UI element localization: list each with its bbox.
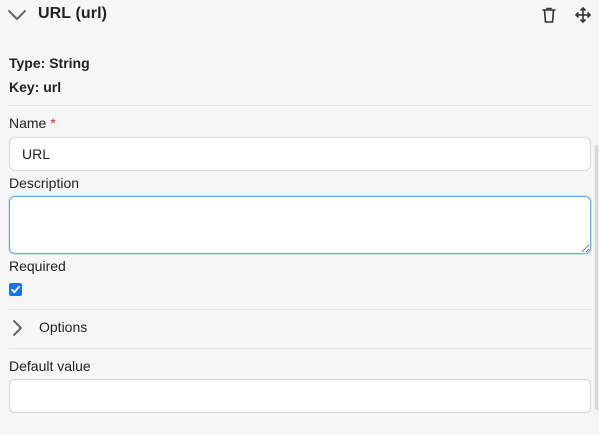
checkmark-icon [11, 285, 20, 294]
field-key: Key: url [9, 79, 62, 95]
trash-icon[interactable] [540, 6, 558, 24]
field-title: URL (url) [38, 5, 108, 22]
chevron-down-icon[interactable] [7, 8, 27, 22]
description-textarea[interactable] [9, 196, 591, 254]
divider [9, 309, 592, 310]
description-label: Description [9, 175, 80, 191]
field-editor-panel: URL (url) Type: String Key: url Name* De… [0, 0, 599, 435]
field-type: Type: String [9, 55, 90, 71]
required-checkbox[interactable] [9, 283, 22, 296]
options-toggle[interactable]: Options [9, 315, 591, 341]
name-label: Name * [9, 115, 56, 131]
scrollbar-thumb[interactable] [595, 145, 598, 410]
divider [9, 105, 592, 106]
default-value-input[interactable] [9, 379, 591, 413]
chevron-right-icon [13, 320, 22, 336]
options-label: Options [39, 319, 88, 335]
divider [9, 348, 592, 349]
name-label-text: Name [9, 115, 47, 131]
field-header: URL (url) [0, 0, 599, 32]
name-input[interactable] [9, 137, 591, 171]
required-marker: * [50, 115, 56, 131]
default-value-label: Default value [9, 358, 91, 374]
required-label: Required [9, 258, 66, 274]
move-icon[interactable] [574, 6, 592, 24]
